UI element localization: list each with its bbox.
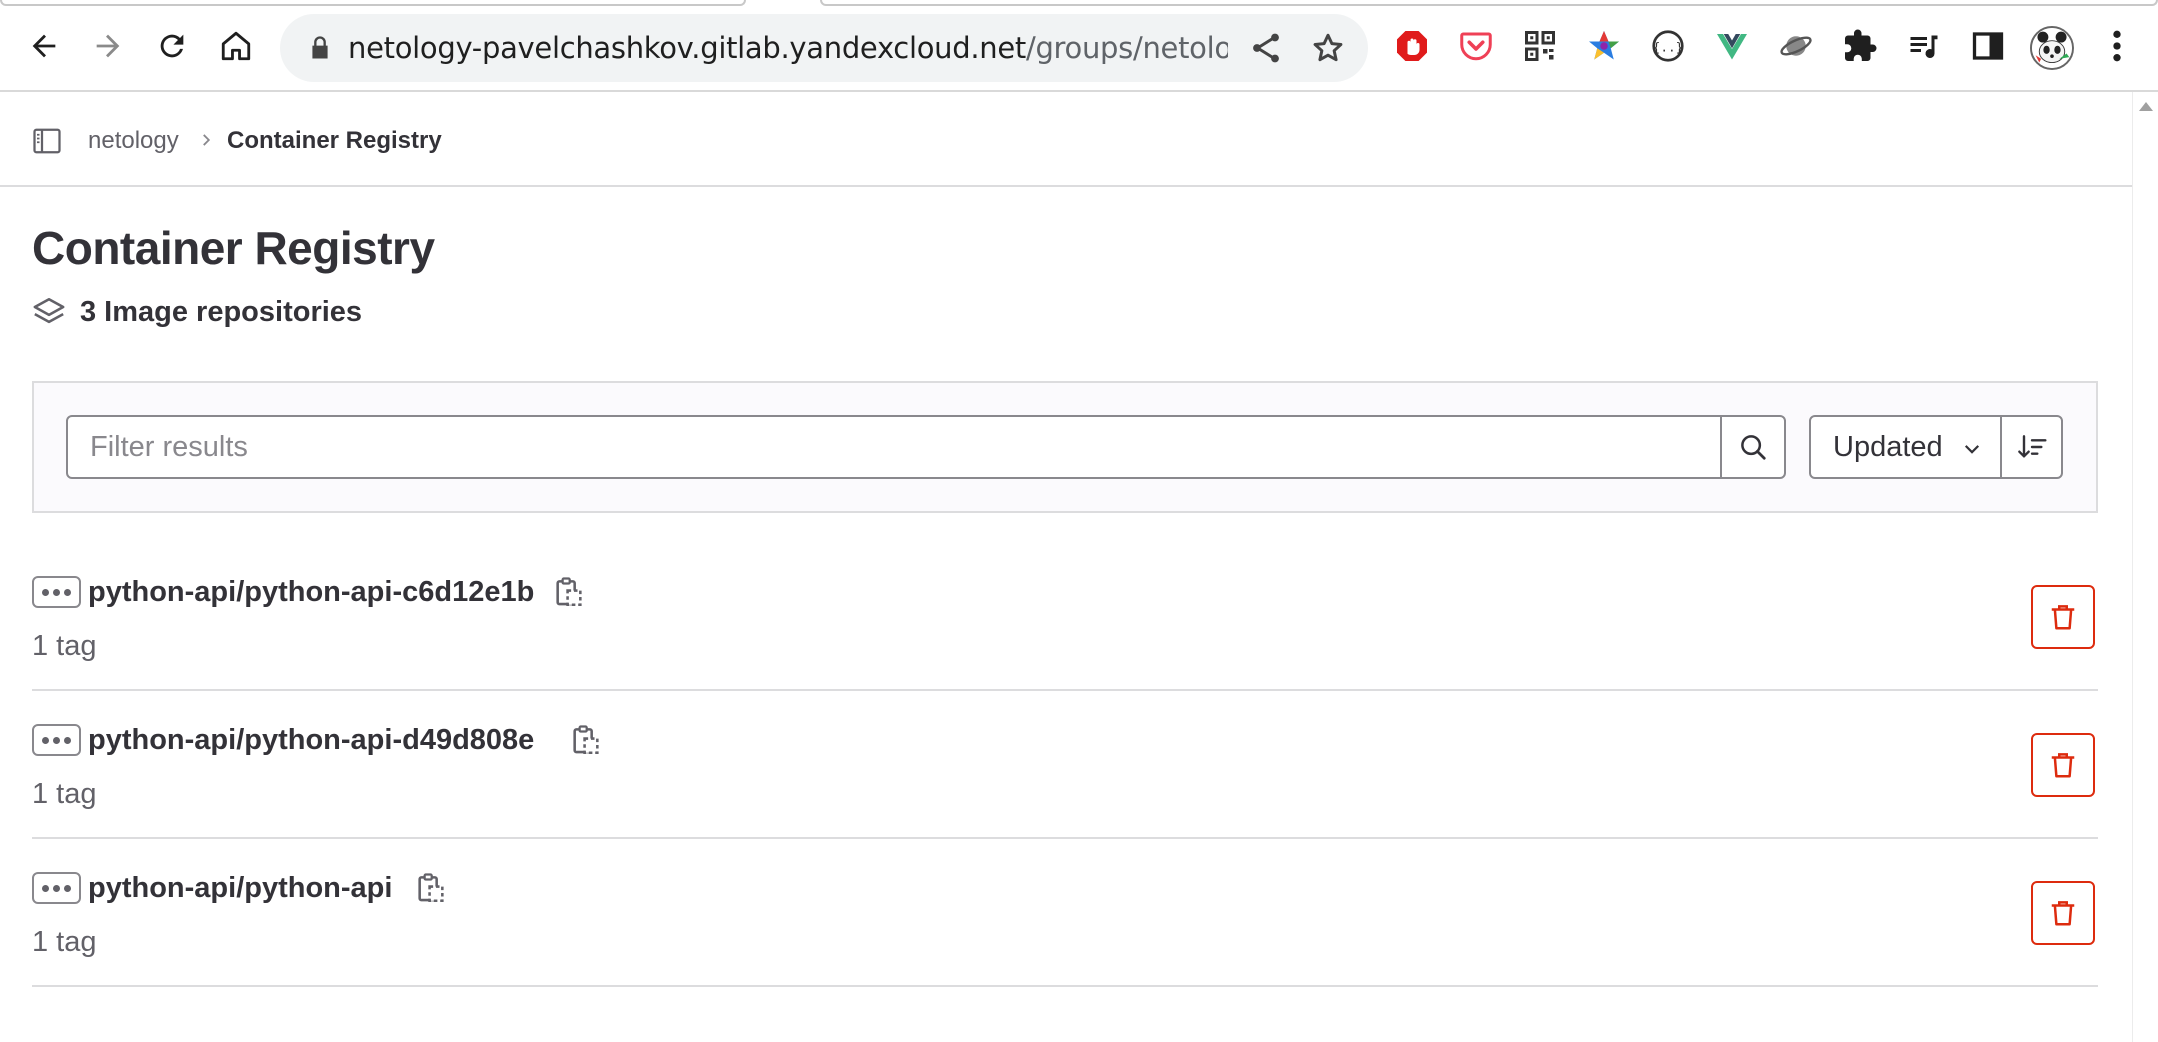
chevron-down-icon — [1964, 445, 1980, 454]
scroll-up-arrow-icon[interactable] — [2139, 102, 2153, 111]
forward-button[interactable] — [84, 22, 132, 70]
page-title: Container Registry — [32, 222, 435, 274]
breadcrumb-group-link[interactable]: netology — [88, 125, 179, 157]
dot — [42, 884, 49, 892]
sort-dropdown-label: Updated — [1833, 430, 1943, 463]
dot — [53, 588, 60, 596]
media-playlist-icon[interactable] — [1904, 26, 1944, 66]
layers-icon — [33, 297, 65, 324]
browser-menu-icon[interactable] — [2102, 26, 2132, 66]
repository-name-link[interactable]: python-api/python-api — [88, 869, 392, 907]
tag-count: 1 tag — [32, 926, 97, 958]
dot — [42, 736, 49, 744]
repository-count-label: 3 Image repositories — [80, 295, 363, 328]
breadcrumb-bar: netology Container Registry — [0, 92, 2132, 187]
copy-to-clipboard-icon[interactable] — [414, 871, 448, 905]
dot — [64, 884, 71, 892]
url-host: netology-pavelchashkov.gitlab.yandexclou… — [348, 31, 1026, 65]
search-icon — [1741, 435, 1766, 460]
arrow-left-icon — [32, 34, 56, 58]
json-viewer-icon[interactable]: {..} — [1648, 26, 1688, 66]
profile-avatar[interactable] — [2030, 26, 2074, 70]
delete-repository-button[interactable] — [2031, 733, 2095, 797]
repository-name-link[interactable]: python-api/python-api-c6d12e1b — [88, 573, 534, 611]
copy-to-clipboard-icon[interactable] — [552, 575, 586, 609]
dot — [53, 736, 60, 744]
sort-lowest-icon — [2017, 435, 2047, 458]
sort-direction-button[interactable] — [2000, 415, 2063, 479]
search-input[interactable] — [66, 415, 1722, 479]
pocket-icon[interactable] — [1456, 26, 1496, 66]
delete-repository-button[interactable] — [2031, 585, 2095, 649]
trash-icon — [2051, 753, 2075, 778]
dot — [64, 588, 71, 596]
url-text[interactable]: netology-pavelchashkov.gitlab.yandexclou… — [348, 30, 1228, 66]
vue-devtools-icon[interactable] — [1712, 26, 1752, 66]
back-button[interactable] — [20, 22, 68, 70]
adblock-icon[interactable] — [1392, 26, 1432, 66]
toggle-details-button[interactable] — [32, 724, 81, 756]
tag-count: 1 tag — [32, 778, 97, 810]
dot — [53, 884, 60, 892]
browser-toolbar: netology-pavelchashkov.gitlab.yandexclou… — [0, 0, 2158, 92]
toggle-details-button[interactable] — [32, 872, 81, 904]
home-icon — [221, 31, 251, 61]
chevron-right-icon — [203, 134, 211, 146]
list-item: python-api/python-api 1 tag — [32, 839, 2098, 987]
share-icon[interactable] — [1248, 30, 1284, 66]
puzzle-extensions-icon[interactable] — [1840, 26, 1880, 66]
sort-dropdown[interactable]: Updated — [1809, 415, 2002, 479]
lock-icon — [312, 36, 328, 59]
delete-repository-button[interactable] — [2031, 881, 2095, 945]
dot — [64, 736, 71, 744]
list-item: python-api/python-api-d49d808e 1 tag — [32, 691, 2098, 839]
trash-icon — [2051, 605, 2075, 630]
address-bar[interactable]: netology-pavelchashkov.gitlab.yandexclou… — [280, 14, 1368, 82]
side-panel-icon[interactable] — [1968, 26, 2008, 66]
sidebar-toggle-icon[interactable] — [32, 126, 62, 156]
home-button[interactable] — [212, 22, 260, 70]
browser-tab-edge[interactable] — [820, 0, 2158, 6]
color-star-icon[interactable] — [1584, 26, 1624, 66]
copy-to-clipboard-icon[interactable] — [569, 723, 603, 757]
toggle-details-button[interactable] — [32, 576, 81, 608]
qr-code-icon[interactable] — [1520, 26, 1560, 66]
repository-name-link[interactable]: python-api/python-api-d49d808e — [88, 721, 534, 759]
panda-avatar-icon — [2032, 28, 2072, 68]
repository-count: 3 Image repositories — [32, 292, 362, 332]
browser-tab-edge[interactable] — [0, 0, 746, 6]
url-path: /groups/netology/-... — [1025, 31, 1228, 65]
reload-icon — [160, 34, 184, 58]
trash-icon — [2051, 901, 2075, 926]
arrow-right-icon — [96, 34, 120, 58]
reload-button[interactable] — [148, 22, 196, 70]
search-button[interactable] — [1720, 415, 1786, 479]
planet-icon[interactable] — [1776, 26, 1816, 66]
page-scrollbar[interactable] — [2132, 92, 2158, 1042]
svg-text:{..}: {..} — [1653, 40, 1684, 55]
tag-count: 1 tag — [32, 630, 97, 662]
list-item: python-api/python-api-c6d12e1b 1 tag — [32, 543, 2098, 691]
dot — [42, 588, 49, 596]
bookmark-star-icon[interactable] — [1310, 30, 1346, 66]
breadcrumb-current[interactable]: Container Registry — [227, 125, 442, 157]
